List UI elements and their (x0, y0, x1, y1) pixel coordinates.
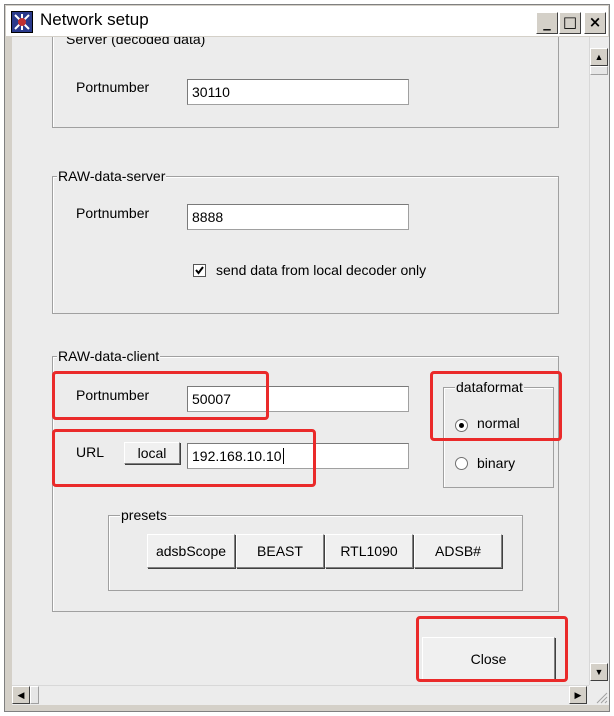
raw-server-port-label: Portnumber (76, 205, 150, 221)
highlight-dataformat (430, 371, 562, 441)
preset-adsbscope-button[interactable]: adsbScope (147, 534, 235, 568)
vertical-scrollbar[interactable]: ▲ ▼ (589, 37, 609, 685)
raw-server-legend: RAW-data-server (57, 168, 167, 184)
raw-server-group (52, 176, 559, 314)
server-port-label: Portnumber (76, 79, 150, 95)
maximize-button[interactable]: □ (559, 12, 581, 34)
preset-beast-button[interactable]: BEAST (236, 534, 324, 568)
client-area: Server (decoded data) Portnumber 30110 R… (12, 37, 589, 685)
arrow-right-icon[interactable]: ▶ (569, 686, 587, 704)
server-port-input[interactable]: 30110 (187, 79, 409, 105)
app-icon (11, 11, 33, 33)
local-only-label: send data from local decoder only (216, 262, 427, 278)
raw-server-port-input[interactable]: 8888 (187, 204, 409, 230)
binary-radio-label: binary (477, 455, 516, 471)
horizontal-scrollbar[interactable]: ◀ ▶ (12, 685, 589, 705)
preset-adsbsharp-button[interactable]: ADSB# (414, 534, 502, 568)
vertical-scroll-thumb[interactable] (590, 66, 608, 75)
binary-radio[interactable] (455, 457, 468, 470)
window-title: Network setup (40, 10, 149, 29)
raw-client-legend: RAW-data-client (57, 348, 161, 364)
minimize-button[interactable]: _ (536, 12, 558, 34)
resize-grip-icon[interactable] (589, 685, 609, 705)
preset-rtl1090-button[interactable]: RTL1090 (325, 534, 413, 568)
server-group-legend: Server (decoded data) (65, 37, 207, 47)
highlight-portnumber (52, 371, 269, 420)
arrow-up-icon[interactable]: ▲ (590, 48, 608, 66)
horizontal-scroll-thumb[interactable] (30, 686, 39, 704)
highlight-url (52, 429, 316, 487)
arrow-down-icon[interactable]: ▼ (590, 663, 608, 681)
presets-legend: presets (120, 507, 168, 523)
arrow-left-icon[interactable]: ◀ (12, 686, 30, 704)
highlight-close (416, 616, 568, 682)
close-window-button[interactable]: × (584, 12, 606, 34)
local-only-checkbox[interactable] (193, 264, 206, 277)
